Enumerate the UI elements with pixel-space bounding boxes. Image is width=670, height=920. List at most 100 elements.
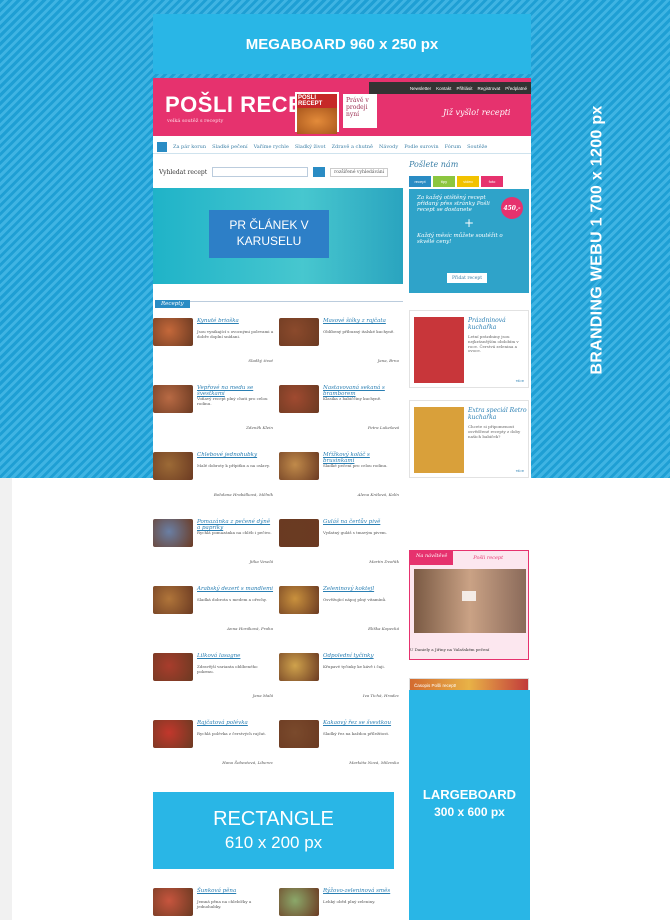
recipe-thumbnail[interactable]: [153, 888, 193, 916]
magazine-cover[interactable]: POŠLI RECEPT: [295, 92, 339, 134]
retro-cookbook-card[interactable]: Extra speciál Retro kuchařka Chcete si p…: [409, 400, 529, 478]
recipe-desc: Oblíbený příbuzný italské kuchyně.: [323, 329, 395, 334]
recipe-item[interactable]: Guláš na čertův pivě Vydatný guláš s tmav…: [279, 515, 401, 573]
submit-text-2: Každý měsíc můžete soutěžit o skvělé cen…: [417, 233, 503, 245]
recipe-thumbnail[interactable]: [279, 586, 319, 614]
recipe-item[interactable]: Mřížkový koláč s brusinkami Sladké pečení…: [279, 448, 401, 506]
recipe-thumbnail[interactable]: [153, 653, 193, 681]
recipes-section-tab: Recepty: [155, 290, 403, 308]
topnav-login[interactable]: Přihlásit: [456, 86, 472, 91]
recipe-title[interactable]: Guláš na čertův pivě: [323, 519, 401, 525]
video-caption[interactable]: U Daniely a Jiřiny na Valašském pečení: [410, 647, 530, 652]
recipe-item[interactable]: Chlebové jednohubky Malé dobroty k přípit…: [153, 448, 275, 506]
rectangle-ad[interactable]: RECTANGLE 610 x 200 px: [153, 792, 394, 869]
recipe-title[interactable]: Rajčatová polévka: [197, 720, 275, 726]
cookbook-image: [414, 317, 464, 383]
nav-item[interactable]: Podle surovin: [404, 144, 438, 150]
recipe-item[interactable]: Lilková lasagne Zdravější varianta oblíbe…: [153, 649, 275, 707]
recipe-title[interactable]: Chlebové jednohubky: [197, 452, 275, 458]
sidebar-heading: Pošlete nám: [409, 160, 459, 169]
video-card[interactable]: Na návštěvě Pošli recept U Daniely a Jiř…: [409, 550, 529, 660]
tab-recept[interactable]: recept: [409, 176, 431, 187]
nav-item[interactable]: Za pár korun: [173, 144, 206, 150]
nav-item[interactable]: Návody: [379, 144, 398, 150]
recipe-title[interactable]: Rýžovo-zeleninová směs: [323, 888, 401, 894]
recipe-item[interactable]: Masové šišky z rajčata Oblíbený příbuzný …: [279, 314, 401, 372]
nav-item[interactable]: Soutěže: [467, 144, 487, 150]
nav-item[interactable]: Fórum: [445, 144, 462, 150]
tab-tipy[interactable]: tipy: [433, 176, 455, 187]
recipe-author: Bohdana Hrabálková, Mělník: [213, 492, 273, 497]
tab-video[interactable]: video: [457, 176, 479, 187]
recipe-thumbnail[interactable]: [153, 519, 193, 547]
nav-item[interactable]: Vaříme rychle: [254, 144, 289, 150]
search-input[interactable]: [212, 167, 309, 177]
video-thumbnail[interactable]: [414, 569, 526, 633]
home-icon[interactable]: [157, 141, 167, 152]
recipe-item[interactable]: Arabský dezert s mandlemi Sladká dobrota …: [153, 582, 275, 640]
recipe-author: Alena Králová, Kolín: [357, 492, 399, 497]
recipe-thumbnail[interactable]: [153, 318, 193, 346]
recipe-desc: Klasika z babiččiny kuchyně.: [323, 396, 382, 401]
nav-item[interactable]: Zdravě a chutně: [332, 144, 373, 150]
topnav-kontakt[interactable]: Kontakt: [436, 86, 451, 91]
add-recipe-button[interactable]: Přidat recept: [447, 273, 487, 283]
recipe-title[interactable]: Zeleninový koktejl: [323, 586, 401, 592]
recipe-item[interactable]: Pomazánka z pečené dýně a papriky Rychlá …: [153, 515, 275, 573]
recipe-desc: Sladká dobrota s medem a ořechy.: [197, 597, 267, 602]
advanced-search-link[interactable]: rozšířené vyhledávání: [330, 167, 389, 177]
play-icon[interactable]: [462, 591, 476, 601]
recipe-item[interactable]: Nastavovaná sekaná s bramborem Klasika z …: [279, 381, 401, 439]
megaboard-ad[interactable]: MEGABOARD 960 x 250 px: [153, 14, 531, 74]
recipe-title[interactable]: Šunková pěna: [197, 888, 275, 894]
carousel[interactable]: PR ČLÁNEK V KARUSELU: [153, 188, 403, 284]
topnav-newsletter[interactable]: Newsletter: [410, 86, 431, 91]
recipe-thumbnail[interactable]: [279, 653, 319, 681]
recipe-item[interactable]: Vepřové na medu se švestkami Voňavý recep…: [153, 381, 275, 439]
tab-foto[interactable]: foto: [481, 176, 503, 187]
recipe-desc: Jsou vynikající s ovocnými polevami a do…: [197, 329, 274, 339]
topnav-register[interactable]: Registrovat: [477, 86, 500, 91]
recipe-title[interactable]: Lilková lasagne: [197, 653, 275, 659]
topnav-subscribe[interactable]: Předplatné: [505, 86, 527, 91]
recipe-item[interactable]: Odpolední tyčinky Křupavé tyčinky ke kávě…: [279, 649, 401, 707]
recipe-item[interactable]: Rýžovo-zeleninová směs Lehký oběd plný ze…: [279, 884, 401, 920]
recipe-item[interactable]: Kynuté brioška Jsou vynikající s ovocnými…: [153, 314, 275, 372]
recipe-thumbnail[interactable]: [279, 318, 319, 346]
recipe-title[interactable]: Odpolední tyčinky: [323, 653, 401, 659]
recipe-thumbnail[interactable]: [279, 888, 319, 916]
recipe-desc: Sladké pečení pro celou rodinu.: [323, 463, 388, 468]
recipe-item[interactable]: Šunková pěna Jemná pěna na chlebíčky a je…: [153, 884, 275, 920]
recipe-item[interactable]: Zeleninový koktejl Osvěžující nápoj plný …: [279, 582, 401, 640]
recipe-title[interactable]: Masové šišky z rajčata: [323, 318, 401, 324]
largeboard-ad[interactable]: LARGEBOARD 300 x 600 px: [409, 690, 530, 920]
recipe-thumbnail[interactable]: [153, 452, 193, 480]
nav-item[interactable]: Sladký život: [295, 144, 326, 150]
recipe-thumbnail[interactable]: [153, 385, 193, 413]
recipe-title[interactable]: Kynuté brioška: [197, 318, 275, 324]
recipe-item[interactable]: Kakaový řez se švestkou Sladký řez na kaž…: [279, 716, 401, 774]
megaboard-label: MEGABOARD 960 x 250 px: [245, 35, 439, 53]
search-label: Vyhledat recept: [159, 168, 208, 176]
card-desc: Chcete si připomenout osvědčené recepty …: [468, 424, 521, 439]
nav-item[interactable]: Sladké pečení: [212, 144, 248, 150]
recipe-thumbnail[interactable]: [279, 720, 319, 748]
section-tab-label[interactable]: Recepty: [155, 300, 190, 308]
more-link[interactable]: více: [516, 468, 524, 473]
recipe-title[interactable]: Arabský dezert s mandlemi: [197, 586, 275, 592]
recipe-thumbnail[interactable]: [279, 385, 319, 413]
recipe-thumbnail[interactable]: [279, 452, 319, 480]
video-tab-2[interactable]: Pošli recept: [473, 555, 503, 561]
recipe-thumbnail[interactable]: [279, 519, 319, 547]
search-row: Vyhledat recept rozšířené vyhledávání: [153, 164, 403, 180]
cookbook-card[interactable]: Prázdninová kuchařka Letní prázdniny jso…: [409, 310, 529, 388]
recipe-title[interactable]: Kakaový řez se švestkou: [323, 720, 401, 726]
recipe-thumbnail[interactable]: [153, 586, 193, 614]
more-link[interactable]: více: [516, 378, 524, 383]
search-icon[interactable]: [313, 167, 326, 177]
recipe-item[interactable]: Rajčatová polévka Rychlá polévka z čerstv…: [153, 716, 275, 774]
video-tab[interactable]: Na návštěvě: [410, 551, 454, 565]
website-mockup: POŠLI RECEPT! velká soutěž s recepty POŠ…: [153, 78, 531, 920]
recipe-thumbnail[interactable]: [153, 720, 193, 748]
submit-text: Za každý otištěný recept přidaný přes st…: [417, 195, 490, 213]
